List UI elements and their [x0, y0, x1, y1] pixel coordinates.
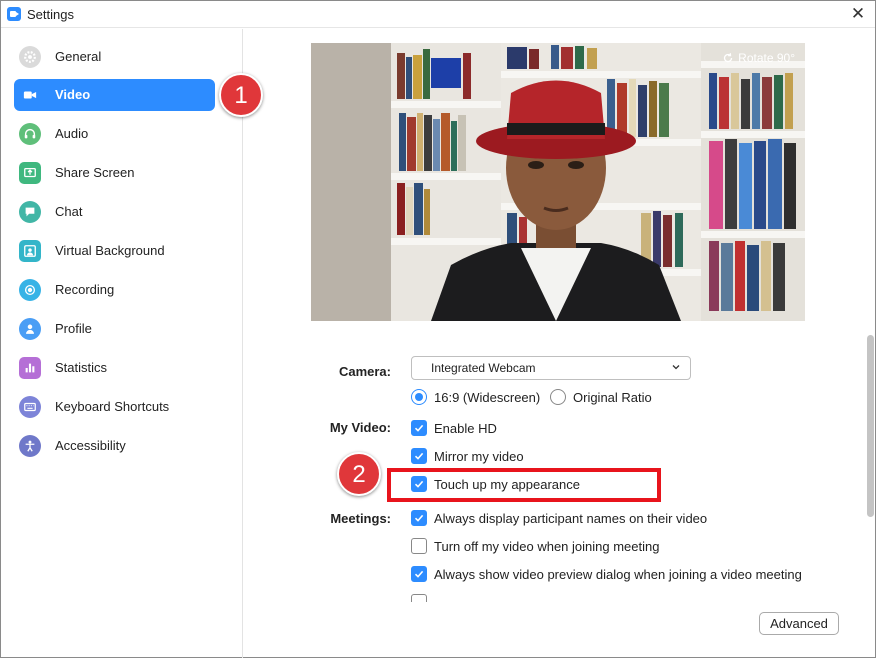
accessibility-icon	[19, 435, 41, 457]
mirror-video-label: Mirror my video	[434, 449, 524, 464]
scrollbar-thumb[interactable]	[867, 335, 874, 517]
clipped-option-row	[411, 594, 611, 602]
sidebar-item-virtual-background[interactable]: Virtual Background	[14, 235, 215, 267]
chat-bubble-icon	[19, 201, 41, 223]
title-bar: Settings ✕	[1, 1, 875, 28]
sidebar-item-profile[interactable]: Profile	[14, 313, 215, 345]
ratio-widescreen-radio[interactable]	[411, 389, 427, 405]
annotation-badge-1: 1	[219, 73, 263, 117]
settings-window: Settings ✕ General Video Audio Share Scr…	[0, 0, 876, 658]
sidebar-item-label: General	[55, 49, 102, 64]
settings-sidebar: General Video Audio Share Screen Chat Vi…	[1, 29, 243, 658]
rotate-label: Rotate 90°	[738, 51, 795, 65]
video-preview-dialog-checkbox[interactable]	[411, 566, 427, 582]
share-screen-icon	[19, 162, 41, 184]
sidebar-item-label: Video	[55, 87, 91, 102]
turn-off-video-label: Turn off my video when joining meeting	[434, 539, 660, 554]
sidebar-item-recording[interactable]: Recording	[14, 274, 215, 306]
turn-off-video-checkbox[interactable]	[411, 538, 427, 554]
ratio-original-label: Original Ratio	[573, 390, 652, 405]
keyboard-icon	[19, 396, 41, 418]
sidebar-item-label: Audio	[55, 126, 89, 141]
statistics-icon	[19, 357, 41, 379]
checkmark-icon	[414, 570, 424, 578]
display-participant-names-checkbox[interactable]	[411, 510, 427, 526]
zoom-app-icon	[7, 7, 21, 21]
sidebar-item-chat[interactable]: Chat	[14, 196, 215, 228]
sidebar-item-accessibility[interactable]: Accessibility	[14, 430, 215, 462]
sidebar-item-label: Recording	[55, 282, 115, 297]
annotation-badge-2: 2	[337, 452, 381, 496]
webcam-image	[311, 43, 805, 321]
checkmark-icon	[414, 424, 424, 432]
checkmark-icon	[414, 452, 424, 460]
sidebar-item-label: Accessibility	[55, 438, 126, 453]
sidebar-item-share-screen[interactable]: Share Screen	[14, 157, 215, 189]
sidebar-item-label: Virtual Background	[55, 243, 165, 258]
sidebar-item-label: Chat	[55, 204, 83, 219]
profile-icon	[19, 318, 41, 340]
enable-hd-checkbox[interactable]	[411, 420, 427, 436]
my-video-label: My Video:	[329, 420, 391, 435]
video-preview: Rotate 90°	[311, 43, 805, 321]
virtual-background-icon	[19, 240, 41, 262]
camera-label: Camera:	[338, 364, 391, 379]
recording-icon	[19, 279, 41, 301]
mirror-video-checkbox[interactable]	[411, 448, 427, 464]
camera-select[interactable]: Integrated Webcam	[411, 356, 691, 380]
sidebar-item-audio[interactable]: Audio	[14, 118, 215, 150]
sidebar-item-keyboard-shortcuts[interactable]: Keyboard Shortcuts	[14, 391, 215, 423]
camera-select-value: Integrated Webcam	[431, 361, 536, 375]
meetings-label: Meetings:	[330, 511, 391, 526]
checkmark-icon	[414, 514, 424, 522]
window-title: Settings	[27, 7, 74, 22]
ratio-widescreen-label: 16:9 (Widescreen)	[434, 390, 541, 405]
close-icon[interactable]: ✕	[847, 4, 869, 24]
chevron-down-icon	[672, 365, 680, 370]
sidebar-item-statistics[interactable]: Statistics	[14, 352, 215, 384]
sidebar-item-video[interactable]: Video	[14, 79, 215, 111]
sidebar-item-label: Keyboard Shortcuts	[55, 399, 170, 414]
headphones-icon	[19, 123, 41, 145]
advanced-button[interactable]: Advanced	[759, 612, 839, 635]
sidebar-item-general[interactable]: General	[14, 41, 215, 73]
enable-hd-label: Enable HD	[434, 421, 497, 436]
sidebar-item-label: Share Screen	[55, 165, 135, 180]
rotate-90-button[interactable]: Rotate 90°	[718, 49, 799, 67]
video-camera-icon	[19, 84, 41, 106]
display-participant-names-label: Always display participant names on thei…	[434, 511, 708, 526]
annotation-highlight-box	[387, 468, 661, 502]
ratio-original-radio[interactable]	[550, 389, 566, 405]
clipped-checkbox[interactable]	[411, 594, 427, 602]
video-preview-dialog-label: Always show video preview dialog when jo…	[434, 567, 802, 582]
sidebar-item-label: Statistics	[55, 360, 108, 375]
sidebar-item-label: Profile	[55, 321, 92, 336]
gear-icon	[19, 46, 41, 68]
rotate-icon	[724, 53, 733, 63]
